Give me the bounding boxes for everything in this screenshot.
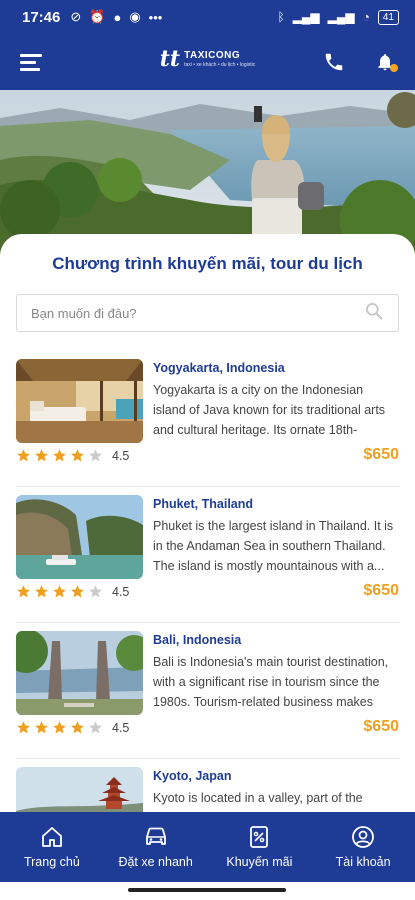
logo-title: TAXICONG	[184, 49, 241, 61]
tour-price: $650	[363, 446, 399, 463]
tour-thumbnail-phuket[interactable]	[16, 495, 143, 579]
nav-item-home[interactable]: Trang chủ	[0, 812, 104, 882]
alarm-icon: ⏰	[89, 9, 106, 24]
system-gesture-area	[0, 882, 415, 900]
menu-icon[interactable]	[20, 53, 42, 71]
wifi-icon: ◔	[362, 10, 370, 24]
nav-item-account[interactable]: Tài khoản	[311, 812, 415, 882]
tour-rating: 4.5	[16, 584, 129, 599]
battery-icon: 41	[377, 9, 399, 25]
star-filled-icon	[53, 449, 66, 462]
star-filled-icon	[71, 585, 84, 598]
star-filled-icon	[71, 721, 84, 734]
tour-price: $650	[363, 582, 399, 599]
tour-card[interactable]: Phuket, Thailand Phuket is the largest i…	[16, 487, 399, 623]
tour-description: Kyoto is located in a valley, part of th…	[153, 791, 388, 812]
app-header: tt TAXICONG taxi • xe khách • du lịch • …	[0, 34, 415, 90]
tour-thumbnail-bali[interactable]	[16, 631, 143, 715]
star-filled-icon	[35, 449, 48, 462]
signal-icon: ▂▄▆	[292, 10, 320, 24]
tour-name[interactable]: Phuket, Thailand	[153, 497, 253, 511]
star-filled-icon	[17, 585, 30, 598]
tour-name[interactable]: Yogyakarta, Indonesia	[153, 361, 285, 375]
discount-icon	[250, 826, 269, 848]
tour-description: Phuket is the largest island in Thailand…	[153, 519, 394, 573]
rating-value: 4.5	[112, 448, 130, 463]
tour-card[interactable]: Yogyakarta, Indonesia Yogyakarta is a ci…	[16, 351, 399, 487]
car-icon	[145, 827, 166, 845]
rating-value: 4.5	[112, 720, 130, 735]
home-icon	[41, 827, 62, 847]
account-icon	[352, 826, 375, 848]
nav-label: Khuyến mãi	[226, 855, 293, 869]
content-panel: Chương trình khuyến mãi, tour du lịch Bạ…	[0, 234, 415, 812]
notification-badge	[390, 64, 398, 72]
tour-name[interactable]: Kyoto, Japan	[153, 769, 232, 783]
tour-description: Yogyakarta is a city on the Indonesian i…	[153, 383, 386, 437]
bluetooth-icon: ᛒ	[277, 10, 285, 24]
app-notification-icon: ●	[113, 9, 122, 25]
tour-description: Bali is Indonesia's main tourist destina…	[153, 655, 389, 709]
tour-rating: 4.5	[16, 448, 129, 463]
nav-label: Trang chủ	[23, 855, 80, 869]
tour-price: $650	[363, 718, 399, 735]
tour-name[interactable]: Bali, Indonesia	[153, 633, 241, 647]
search-icon[interactable]	[364, 301, 384, 326]
star-empty-icon	[89, 449, 102, 462]
tour-card[interactable]: Bali, Indonesia Bali is Indonesia's main…	[16, 623, 399, 759]
tour-rating: 4.5	[16, 720, 129, 735]
bottom-navigation: Trang chủ Đặt xe nhanh Khuyến mãi Tài kh…	[0, 812, 415, 882]
logo-mark: tt	[159, 46, 181, 72]
home-indicator[interactable]	[128, 888, 286, 892]
search-input[interactable]	[31, 305, 364, 321]
star-filled-icon	[17, 449, 30, 462]
page-title: Chương trình khuyến mãi, tour du lịch	[52, 254, 363, 273]
star-empty-icon	[89, 721, 102, 734]
nav-item-quick-booking[interactable]: Đặt xe nhanh	[104, 812, 208, 882]
tour-thumbnail-yogyakarta[interactable]	[16, 359, 143, 443]
star-empty-icon	[89, 585, 102, 598]
nav-label: Tài khoản	[335, 855, 391, 869]
logo-tagline: taxi • xe khách • du lịch • logistic	[184, 61, 256, 68]
status-notification-icons: ⊘ ⏰ ● ◉ •••	[70, 9, 162, 25]
tour-thumbnail-kyoto[interactable]	[16, 767, 143, 812]
search-bar[interactable]	[16, 294, 399, 332]
star-filled-icon	[53, 721, 66, 734]
signal-2-icon: ▂▄▆	[327, 10, 355, 24]
nav-label: Đặt xe nhanh	[118, 855, 193, 869]
star-filled-icon	[35, 585, 48, 598]
more-notifications-icon: •••	[148, 9, 163, 25]
rating-value: 4.5	[112, 584, 130, 599]
notification-bell-icon[interactable]	[375, 51, 398, 73]
nav-item-promotions[interactable]: Khuyến mãi	[208, 812, 312, 882]
tour-list: Yogyakarta, Indonesia Yogyakarta is a ci…	[0, 351, 415, 812]
star-filled-icon	[53, 585, 66, 598]
star-filled-icon	[35, 721, 48, 734]
star-filled-icon	[71, 449, 84, 462]
status-time: 17:46	[22, 8, 61, 26]
app-logo: tt TAXICONG taxi • xe khách • du lịch • …	[160, 46, 255, 72]
phone-icon[interactable]	[323, 51, 345, 73]
status-bar: 17:46 ⊘ ⏰ ● ◉ ••• ᛒ ▂▄▆ ▂▄▆ ◔ 41	[0, 0, 415, 34]
messenger-icon: ◉	[129, 9, 141, 24]
tour-card[interactable]: Kyoto, Japan Kyoto is located in a valle…	[16, 759, 399, 812]
star-filled-icon	[17, 721, 30, 734]
notification-muted-icon: ⊘	[70, 9, 82, 24]
